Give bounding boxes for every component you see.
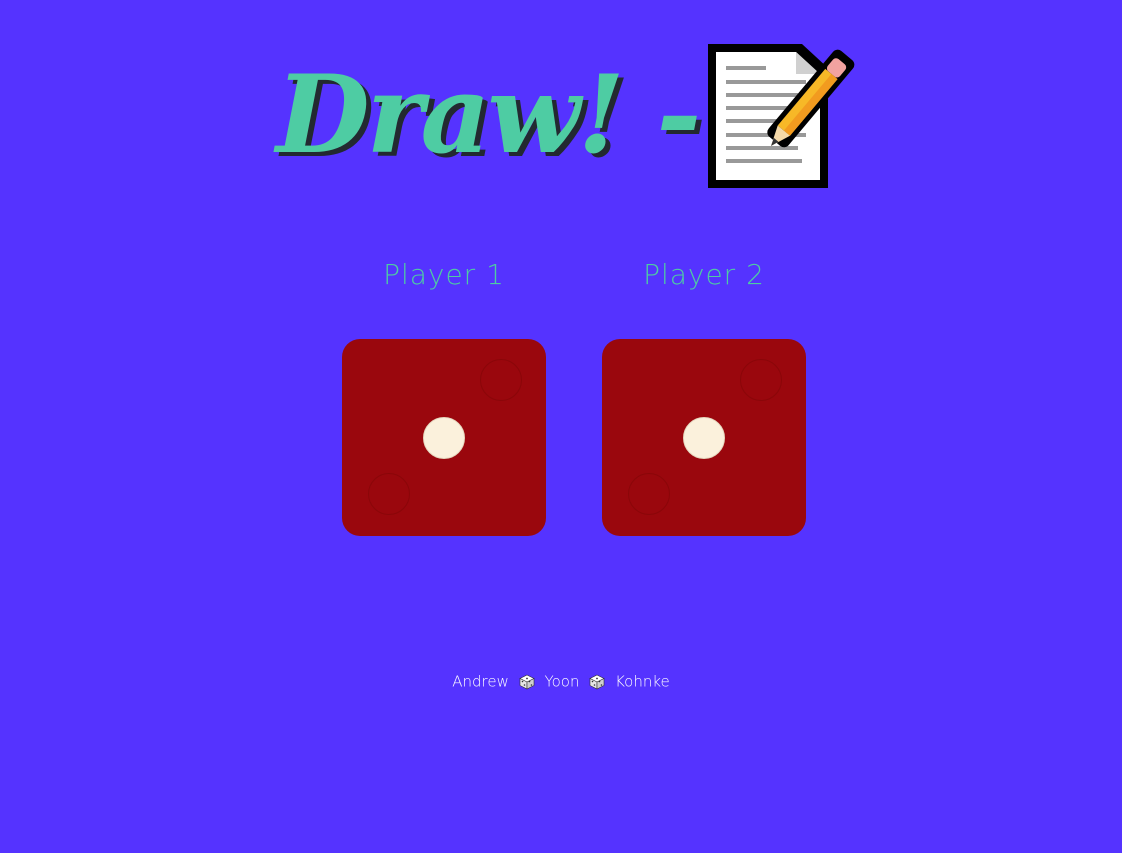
footer-credits: Andrew Yoon Kohnke <box>0 672 1122 691</box>
footer-name: Andrew <box>452 672 509 691</box>
footer-name: Kohnke <box>615 672 670 691</box>
dice-pip <box>683 417 725 459</box>
dice-pip-hidden <box>628 473 670 515</box>
header: Draw! - <box>0 40 1122 200</box>
player-2-dice <box>602 339 806 536</box>
dice-pip <box>423 417 465 459</box>
page-title: Draw! - <box>276 52 701 178</box>
player-1-label: Player 1 <box>383 258 505 291</box>
player-1-dice <box>342 339 546 536</box>
player-2-label: Player 2 <box>643 258 765 291</box>
dice-pip-hidden <box>740 359 782 401</box>
die-icon <box>589 674 605 689</box>
die-icon <box>519 674 535 689</box>
memo-icon <box>708 44 855 188</box>
footer-name: Yoon <box>544 672 580 691</box>
dice-pip-hidden <box>480 359 522 401</box>
dice-pip-hidden <box>368 473 410 515</box>
